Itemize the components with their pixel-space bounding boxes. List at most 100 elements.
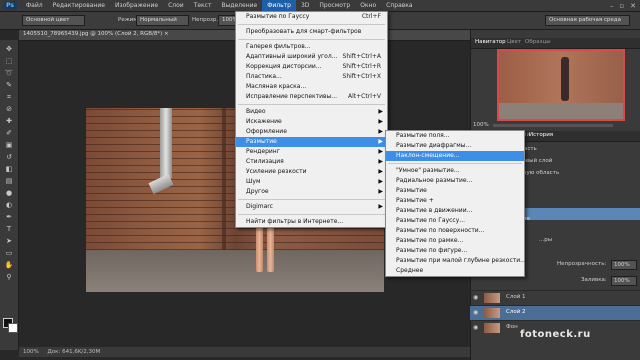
path-select-tool-icon[interactable]: ➤ xyxy=(3,236,15,246)
tab-color[interactable]: Цвет xyxy=(507,39,521,45)
layer-row[interactable]: ◉ Слой 1 xyxy=(470,290,640,305)
submenu-arrow-icon: ▶ xyxy=(378,148,383,155)
dodge-tool-icon[interactable]: ◐ xyxy=(3,200,15,210)
crop-tool-icon[interactable]: ⌗ xyxy=(3,92,15,102)
filter-menu-item[interactable]: Размытие по Гауссу Ctrl+F xyxy=(236,12,387,22)
filter-menu-item[interactable]: Преобразовать для смарт-фильтров xyxy=(236,27,387,37)
maximize-icon[interactable]: ▫ xyxy=(619,2,624,10)
background-color-swatch[interactable] xyxy=(8,323,18,333)
fill-label: Заливка: xyxy=(581,277,607,283)
navigator-zoom[interactable]: 100% xyxy=(473,122,489,128)
mode-select[interactable]: Нормальный xyxy=(136,15,189,26)
filter-menu-item-shortcut: Shift+Ctrl+X xyxy=(342,73,381,80)
healing-tool-icon[interactable]: ✚ xyxy=(3,116,15,126)
filter-menu-item[interactable]: Масляная краска... xyxy=(236,82,387,92)
menu-image[interactable]: Изображение xyxy=(110,0,163,11)
blur-submenu-item[interactable]: Наклон-смещение... xyxy=(386,151,524,161)
quick-select-tool-icon[interactable]: ✎ xyxy=(3,80,15,90)
menu-view[interactable]: Просмотр xyxy=(314,0,355,11)
menu-file[interactable]: Файл xyxy=(21,0,48,11)
tab-history[interactable]: История xyxy=(529,132,553,138)
blur-submenu-item[interactable]: Радиальное размытие... xyxy=(386,176,524,186)
blur-submenu-item[interactable]: Размытие поля... xyxy=(386,131,524,141)
menu-layers[interactable]: Слои xyxy=(163,0,189,11)
filter-menu-item[interactable]: Рендеринг ▶ xyxy=(236,147,387,157)
filter-menu-item[interactable]: Другое ▶ xyxy=(236,187,387,197)
menu-filter[interactable]: Фильтр xyxy=(262,0,296,11)
blur-tool-icon[interactable]: ● xyxy=(3,188,15,198)
eye-icon[interactable]: ◉ xyxy=(473,324,481,332)
blur-submenu-item[interactable]: Размытие по рамке... xyxy=(386,236,524,246)
layer-opacity-label: Непрозрачность: xyxy=(557,261,607,267)
layer-opacity-field[interactable]: 100% xyxy=(611,260,637,270)
fill-field[interactable]: 100% xyxy=(611,276,637,286)
gradient-tool-icon[interactable]: ▤ xyxy=(3,176,15,186)
filter-menu-item[interactable]: Оформление ▶ xyxy=(236,127,387,137)
filter-menu-item-label: Размытие по Гауссу xyxy=(246,13,310,20)
filter-menu-separator xyxy=(238,104,385,105)
filter-menu-item[interactable]: Адаптивный широкий угол... Shift+Ctrl+A xyxy=(236,52,387,62)
filter-menu-item[interactable]: Найти фильтры в Интернете... xyxy=(236,217,387,227)
filter-menu-item[interactable]: Шум ▶ xyxy=(236,177,387,187)
filter-menu-item[interactable]: Исправление перспективы... Alt+Ctrl+V xyxy=(236,92,387,102)
navigator-thumbnail[interactable] xyxy=(497,49,625,121)
lasso-tool-icon[interactable]: ➰ xyxy=(3,68,15,78)
filter-menu-item[interactable]: Digimarc ▶ xyxy=(236,202,387,212)
close-icon[interactable]: ✕ xyxy=(630,2,636,10)
filter-menu-item[interactable]: Пластика... Shift+Ctrl+X xyxy=(236,72,387,82)
tab-swatches[interactable]: Образцы xyxy=(525,39,551,45)
type-tool-icon[interactable]: T xyxy=(3,224,15,234)
eye-icon[interactable]: ◉ xyxy=(473,294,481,302)
blur-submenu-item[interactable]: Размытие при малой глубине резкости... xyxy=(386,256,526,266)
filter-menu-item[interactable]: Видео ▶ xyxy=(236,107,387,117)
zoom-tool-icon[interactable]: ⚲ xyxy=(3,272,15,282)
preset-select[interactable]: Основной цвет xyxy=(22,15,85,26)
blur-submenu-item[interactable]: Среднее xyxy=(386,266,524,276)
menu-select[interactable]: Выделение xyxy=(216,0,262,11)
filter-menu-item[interactable]: Галерея фильтров... xyxy=(236,42,387,52)
menu-window[interactable]: Окно xyxy=(355,0,381,11)
tab-navigator[interactable]: Навигатор xyxy=(475,39,506,45)
brush-tool-icon[interactable]: ✐ xyxy=(3,128,15,138)
hand-tool-icon[interactable]: ✋ xyxy=(3,260,15,270)
eyedropper-tool-icon[interactable]: ⊘ xyxy=(3,104,15,114)
move-tool-icon[interactable]: ✥ xyxy=(3,44,15,54)
marquee-tool-icon[interactable]: ⬚ xyxy=(3,56,15,66)
filter-menu-item-label: Галерея фильтров... xyxy=(246,43,311,50)
menu-help[interactable]: Справка xyxy=(381,0,417,11)
menu-type[interactable]: Текст xyxy=(189,0,217,11)
shape-tool-icon[interactable]: ▭ xyxy=(3,248,15,258)
menu-3d[interactable]: 3D xyxy=(296,0,314,11)
status-zoom[interactable]: 100% xyxy=(23,349,39,355)
blur-submenu-item[interactable]: Размытие по фигуре... xyxy=(386,246,524,256)
filter-menu-item[interactable]: Стилизация ▶ xyxy=(236,157,387,167)
pen-tool-icon[interactable]: ✒ xyxy=(3,212,15,222)
blur-submenu-item[interactable]: Размытие в движении... xyxy=(386,206,524,216)
blur-submenu-item[interactable]: Размытие диафрагмы... xyxy=(386,141,524,151)
menu-edit[interactable]: Редактирование xyxy=(48,0,110,11)
submenu-arrow-icon: ▶ xyxy=(378,158,383,165)
filter-menu-item[interactable]: Искажение ▶ xyxy=(236,117,387,127)
layer-row-selected[interactable]: ◉ Слой 2 xyxy=(470,305,640,320)
blur-submenu-item[interactable]: Размытие по поверхности... xyxy=(386,226,524,236)
blur-submenu-item-label: Размытие по рамке... xyxy=(396,237,464,244)
filter-menu-item[interactable]: Размытие ▶ xyxy=(236,137,387,147)
filter-menu-item[interactable]: Усиление резкости ▶ xyxy=(236,167,387,177)
blur-submenu-item[interactable]: Размытие xyxy=(386,186,524,196)
history-brush-icon[interactable]: ↺ xyxy=(3,152,15,162)
stamp-tool-icon[interactable]: ▣ xyxy=(3,140,15,150)
submenu-arrow-icon: ▶ xyxy=(378,118,383,125)
drain-pipe xyxy=(160,108,172,178)
eraser-tool-icon[interactable]: ◧ xyxy=(3,164,15,174)
filter-menu-item[interactable]: Коррекция дисторсии... Shift+Ctrl+R xyxy=(236,62,387,72)
filter-menu-separator xyxy=(238,214,385,215)
blur-submenu-item[interactable]: "Умное" размытие... xyxy=(386,166,524,176)
blur-submenu-item[interactable]: Размытие по Гауссу... xyxy=(386,216,524,226)
blur-submenu-item[interactable]: Размытие + xyxy=(386,196,524,206)
workspace-select[interactable]: Основная рабочая среда xyxy=(545,15,630,26)
minimize-icon[interactable]: – xyxy=(610,2,614,10)
navigator-zoom-slider[interactable] xyxy=(493,124,613,127)
eye-icon[interactable]: ◉ xyxy=(473,309,481,317)
filter-menu-item-label: Стилизация xyxy=(246,158,284,165)
filter-menu-separator xyxy=(238,24,385,25)
